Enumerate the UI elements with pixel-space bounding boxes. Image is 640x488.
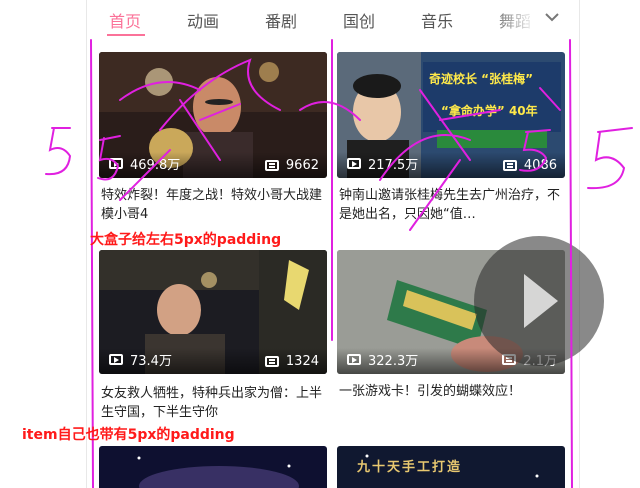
video-stats: 217.5万 4086 <box>337 152 565 178</box>
video-stats: 469.8万 9662 <box>99 152 327 178</box>
play-count: 73.4万 <box>130 354 172 369</box>
thumbnail-caption: “拿命办学” 40年 <box>441 104 538 118</box>
video-title[interactable]: 特效炸裂！年度之战！特效小哥大战建模小哥4 <box>101 186 327 224</box>
play-count-icon <box>347 158 361 169</box>
video-stats: 73.4万 1324 <box>99 348 327 374</box>
video-card[interactable] <box>99 446 327 488</box>
video-title[interactable]: 一张游戏卡！引发的蝴蝶效应！ <box>339 382 565 420</box>
video-title[interactable]: 钟南山邀请张桂梅先生去广州治疗，不是她出名，只因她“值… <box>339 186 565 224</box>
danmaku-icon <box>264 160 279 171</box>
tab-guochuang[interactable]: 国创 <box>343 8 375 32</box>
category-tabs: 首页 动画 番剧 国创 音乐 舞蹈 <box>87 0 579 38</box>
play-overlay-icon[interactable] <box>474 236 604 366</box>
play-count-icon <box>347 354 361 365</box>
play-count: 469.8万 <box>130 158 181 173</box>
play-count: 322.3万 <box>368 354 419 369</box>
tab-music[interactable]: 音乐 <box>421 8 453 32</box>
chevron-down-icon[interactable] <box>541 6 563 28</box>
sketch-digit <box>587 127 633 190</box>
video-card[interactable]: 奇迹校长 “张桂梅” “拿命办学” 40年 217.5万 4086 钟南山邀请张… <box>337 52 565 230</box>
danmaku-count: 9662 <box>285 158 319 173</box>
danmaku-icon <box>502 160 517 171</box>
annotation-item-padding: item自己也带有5px的padding <box>22 427 235 443</box>
tab-home[interactable]: 首页 <box>109 8 141 32</box>
tab-bangumi[interactable]: 番剧 <box>265 8 297 32</box>
video-title[interactable]: 女友救人牺牲，特种兵出家为僧：上半生守国，下半生守你 <box>101 384 327 422</box>
danmaku-count: 4086 <box>523 158 557 173</box>
video-thumbnail[interactable]: 九十天手工打造 <box>337 446 565 488</box>
thumbnail-caption: 九十天手工打造 <box>357 460 463 475</box>
active-tab-underline <box>107 34 145 36</box>
danmaku-count: 1324 <box>285 354 319 369</box>
video-thumbnail[interactable]: 469.8万 9662 <box>99 52 327 178</box>
danmaku-icon <box>264 356 279 367</box>
video-thumbnail[interactable]: 奇迹校长 “张桂梅” “拿命办学” 40年 217.5万 4086 <box>337 52 565 178</box>
annotation-outer-padding: 大盒子给左右5px的padding <box>90 232 282 248</box>
play-count-icon <box>109 354 123 365</box>
tab-fade <box>487 0 537 36</box>
play-count: 217.5万 <box>368 158 419 173</box>
sketch-digit <box>45 127 72 176</box>
thumbnail-caption: 奇迹校长 “张桂梅” <box>429 72 533 86</box>
tab-anime[interactable]: 动画 <box>187 8 219 32</box>
video-thumbnail[interactable]: 73.4万 1324 <box>99 250 327 374</box>
video-thumbnail[interactable] <box>99 446 327 488</box>
video-card[interactable]: 九十天手工打造 <box>337 446 565 488</box>
video-card[interactable]: 469.8万 9662 特效炸裂！年度之战！特效小哥大战建模小哥4 <box>99 52 327 230</box>
video-card[interactable]: 73.4万 1324 女友救人牺牲，特种兵出家为僧：上半生守国，下半生守你 <box>99 250 327 430</box>
play-count-icon <box>109 158 123 169</box>
thumbnail-image <box>99 446 327 488</box>
